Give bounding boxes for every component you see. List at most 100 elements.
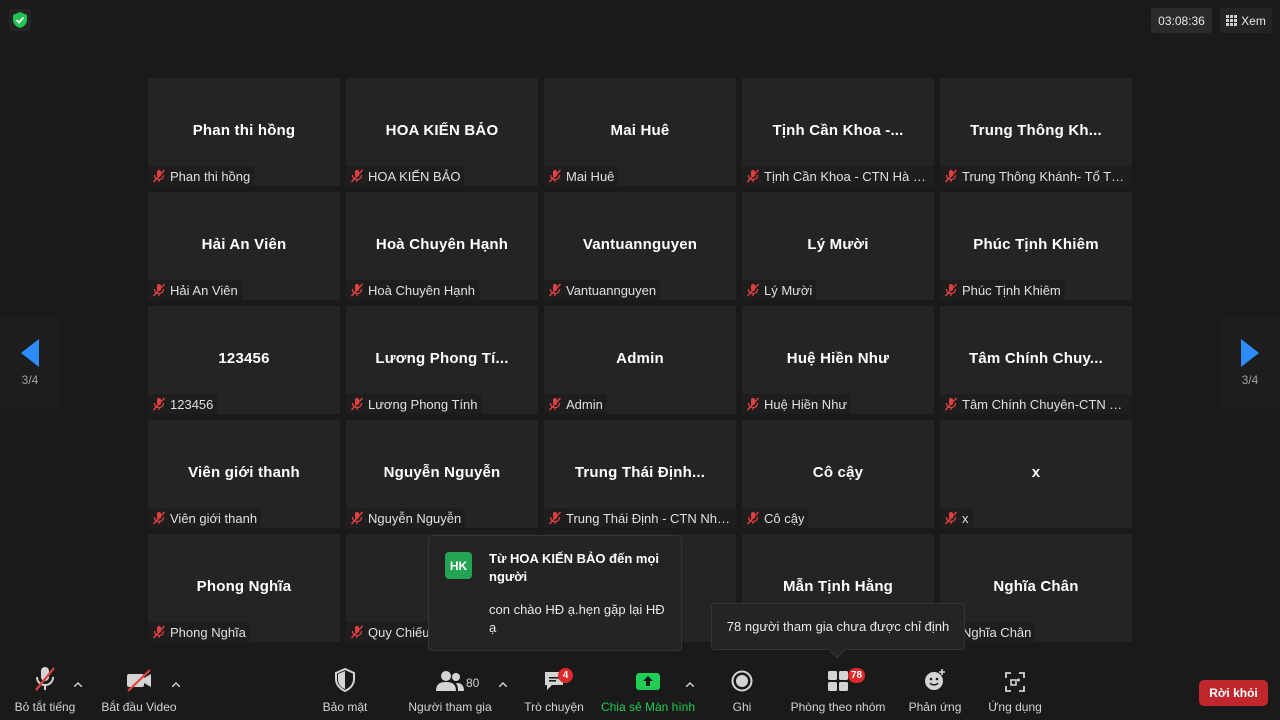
share-options-caret[interactable] <box>684 678 696 690</box>
participant-display-name: Viên giới thanh <box>188 464 300 481</box>
unassigned-participants-tooltip: 78 người tham gia chưa được chỉ định <box>711 603 965 659</box>
participant-tile[interactable]: Admin Admin <box>544 306 736 414</box>
mute-all-button[interactable]: Bỏ tắt tiếng <box>10 660 80 720</box>
start-video-button[interactable]: Bắt đầu Video <box>100 660 178 720</box>
chat-sender: Từ HOA KIẾN BẢO đến mọi người <box>489 551 659 584</box>
participant-name-tag: Tâm Chính Chuyên-CTN Th... <box>940 394 1132 414</box>
participant-tile[interactable]: xx <box>940 420 1132 528</box>
participant-name-tag: Cô cậy <box>742 508 809 528</box>
page-indicator-left: 3/4 <box>21 373 39 387</box>
previous-page-button[interactable]: 3/4 <box>0 318 60 408</box>
participant-tile[interactable]: Lý Mười Lý Mười <box>742 192 934 300</box>
chat-button[interactable]: Trò chuyện <box>520 660 588 720</box>
participants-count: 80 <box>466 676 480 690</box>
mic-muted-icon <box>944 397 958 411</box>
record-icon <box>731 670 753 692</box>
leave-button[interactable]: Rời khỏi <box>1199 680 1268 706</box>
participant-tile[interactable]: HOA KIẾN BẢO HOA KIẾN BẢO <box>346 78 538 186</box>
participant-name-tag: Hải An Viên <box>148 280 242 300</box>
participant-tile[interactable]: Hoà Chuyên Hạnh Hoà Chuyên Hạnh <box>346 192 538 300</box>
security-label: Bảo mật <box>322 700 368 714</box>
participants-options-caret[interactable] <box>497 678 509 690</box>
participant-display-name: Trung Thái Định... <box>574 464 706 481</box>
mic-muted-icon <box>350 511 364 525</box>
participant-tile[interactable]: Lương Phong Tí... Lương Phong Tính <box>346 306 538 414</box>
audio-options-caret[interactable] <box>72 678 84 690</box>
view-label: Xem <box>1241 13 1266 28</box>
video-off-icon <box>127 669 151 692</box>
security-button[interactable]: Bảo mật <box>315 660 375 720</box>
participant-display-name: 123456 <box>218 350 270 367</box>
breakout-rooms-button[interactable]: Phòng theo nhóm <box>787 660 889 720</box>
reactions-button[interactable]: Phản ứng <box>904 660 966 720</box>
mic-muted-icon <box>746 283 760 297</box>
participant-tile[interactable]: Tịnh Cần Khoa -... Tịnh Cần Khoa - CTN Hà… <box>742 78 934 186</box>
video-options-caret[interactable] <box>170 678 182 690</box>
mic-muted-icon <box>746 169 760 183</box>
participant-name-tag: Nguyễn Nguyễn <box>346 508 466 528</box>
participant-display-name: Tâm Chính Chuy... <box>969 350 1103 367</box>
mic-muted-icon <box>746 511 760 525</box>
participant-tile[interactable]: Phong Nghĩa Phong Nghĩa <box>148 534 340 642</box>
participant-tile[interactable]: Huệ Hiền Như Huệ Hiền Như <box>742 306 934 414</box>
mic-muted-icon <box>548 397 562 411</box>
participant-name-label: Admin <box>566 396 603 412</box>
participant-tile[interactable]: 123456 123456 <box>148 306 340 414</box>
zoom-meeting-window: 03:08:36 Xem 3/4 3/4 Phan thi hồng Phan t… <box>0 0 1280 720</box>
next-page-button[interactable]: 3/4 <box>1220 318 1280 408</box>
participant-tile[interactable]: Nguyễn Nguyễn Nguyễn Nguyễn <box>346 420 538 528</box>
mic-muted-icon <box>35 667 55 691</box>
participant-name-tag: Phúc Tịnh Khiêm <box>940 280 1065 300</box>
participant-display-name: Lương Phong Tí... <box>375 350 509 367</box>
participant-tile[interactable]: Phúc Tịnh Khiêm Phúc Tịnh Khiêm <box>940 192 1132 300</box>
participant-display-name: Trung Thông Kh... <box>970 122 1102 139</box>
arrow-left-icon <box>21 339 39 367</box>
security-shield-icon[interactable] <box>9 9 31 31</box>
participant-name-label: 123456 <box>170 396 214 412</box>
grid-icon <box>1226 15 1238 26</box>
participant-name-label: Lương Phong Tính <box>368 396 478 412</box>
participant-name-label: Mai Huê <box>566 168 615 184</box>
participant-name-label: Trung Thông Khánh- Tổ Th... <box>962 168 1128 184</box>
chevron-up-icon <box>499 681 507 687</box>
participant-name-tag: Mai Huê <box>544 166 619 186</box>
participant-name-tag: Phong Nghĩa <box>148 622 250 642</box>
chat-notification[interactable]: HK Từ HOA KIẾN BẢO đến mọi người con chà… <box>428 535 682 651</box>
share-screen-button[interactable]: Chia sẻ Màn hình <box>598 660 698 720</box>
reactions-label: Phản ứng <box>908 700 962 714</box>
participant-tile[interactable]: Viên giới thanh Viên giới thanh <box>148 420 340 528</box>
participant-tile[interactable]: Tâm Chính Chuy... Tâm Chính Chuyên-CTN Th… <box>940 306 1132 414</box>
view-button[interactable]: Xem <box>1220 8 1272 33</box>
participant-display-name: Tịnh Cần Khoa -... <box>772 122 904 139</box>
participant-name-tag: x <box>940 508 973 528</box>
apps-button[interactable]: Ứng dụng <box>985 660 1045 720</box>
chat-label: Trò chuyện <box>524 700 584 714</box>
participant-name-label: HOA KIẾN BẢO <box>368 168 461 184</box>
record-label: Ghi <box>732 700 752 714</box>
participant-name-label: Nghĩa Chân <box>962 624 1032 640</box>
participants-button[interactable]: Người tham gia <box>405 660 495 720</box>
participant-tile[interactable]: Hải An Viên Hải An Viên <box>148 192 340 300</box>
participant-tile[interactable]: Phan thi hồng Phan thi hồng <box>148 78 340 186</box>
page-indicator-right: 3/4 <box>1241 373 1259 387</box>
participants-icon <box>436 671 464 691</box>
mic-muted-icon <box>944 283 958 297</box>
record-button[interactable]: Ghi <box>718 660 766 720</box>
participant-display-name: Hải An Viên <box>201 236 287 253</box>
participant-tile[interactable]: Cô cậy Cô cậy <box>742 420 934 528</box>
participant-display-name: Nghĩa Chân <box>993 578 1079 595</box>
mic-muted-icon <box>152 511 166 525</box>
chevron-up-icon <box>74 681 82 687</box>
participant-name-tag: 123456 <box>148 394 218 414</box>
participant-display-name: Lý Mười <box>807 236 869 253</box>
participant-tile[interactable]: Nghĩa Chân Nghĩa Chân <box>940 534 1132 642</box>
breakout-rooms-icon <box>828 671 848 691</box>
avatar: HK <box>445 552 472 579</box>
participant-tile[interactable]: Trung Thái Định... Trung Thái Định - CTN … <box>544 420 736 528</box>
participant-name-tag: HOA KIẾN BẢO <box>346 166 465 186</box>
participant-tile[interactable]: Trung Thông Kh... Trung Thông Khánh- Tổ T… <box>940 78 1132 186</box>
participant-name-label: Trung Thái Định - CTN Nha... <box>566 510 732 526</box>
participant-tile[interactable]: Mai Huê Mai Huê <box>544 78 736 186</box>
participant-tile[interactable]: Vantuannguyen Vantuannguyen <box>544 192 736 300</box>
breakout-badge: 78 <box>848 668 866 683</box>
